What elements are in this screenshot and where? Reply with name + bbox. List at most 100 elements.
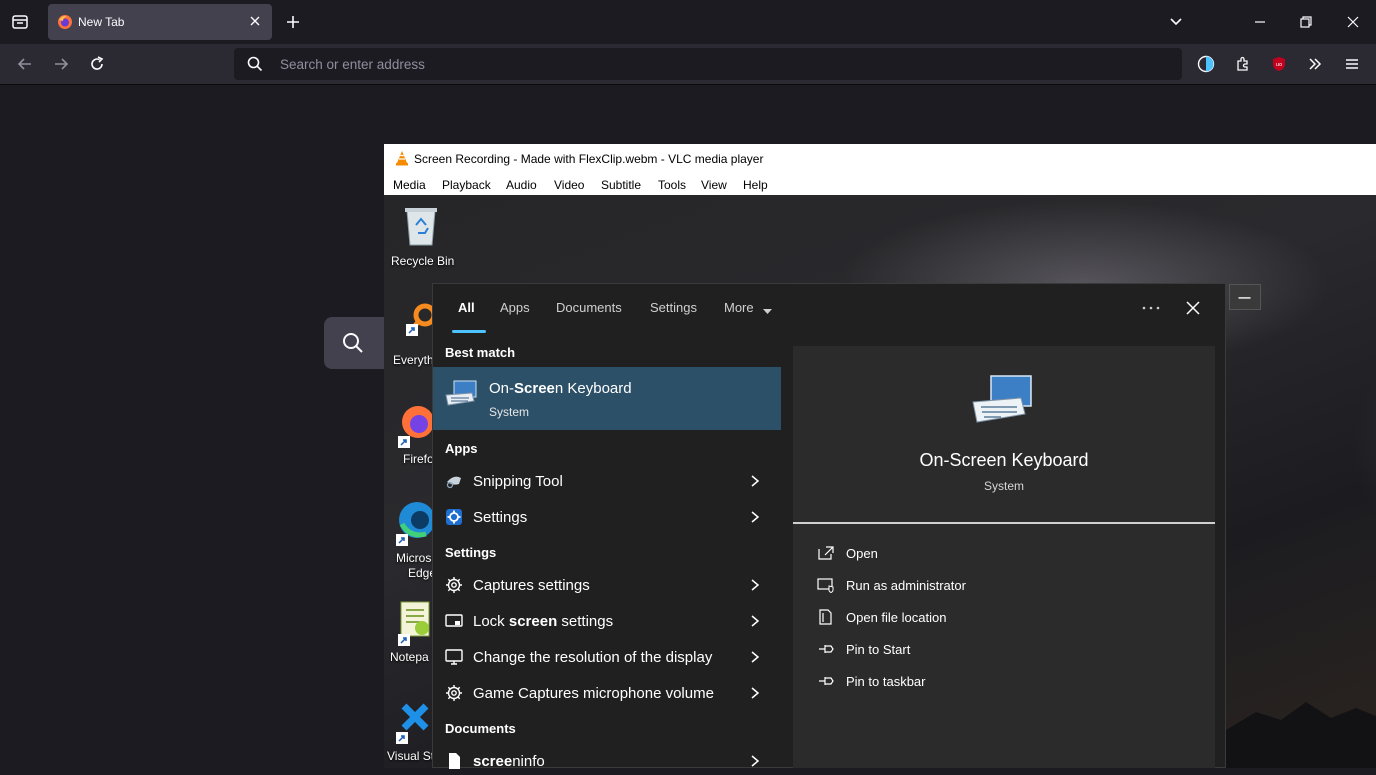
edge-desktop-icon[interactable] [396,498,435,548]
section-best-match: Best match [445,345,516,360]
vlc-window-title: Screen Recording - Made with FlexClip.we… [414,152,764,166]
menu-audio[interactable]: Audio [506,178,537,192]
action-pin-to-start[interactable]: Pin to Start [846,642,910,657]
desktop-label-recycle-bin: Recycle Bin [391,254,455,268]
setting-change-resolution[interactable]: Change the resolution of the display [473,649,712,666]
app-menu-icon[interactable] [1342,54,1362,74]
section-apps: Apps [445,441,478,456]
close-window-icon[interactable] [1343,12,1363,32]
tab-new-tab[interactable]: New Tab [48,4,272,40]
extensions-icon[interactable] [1233,54,1253,74]
tracking-protection-icon[interactable] [1196,54,1216,74]
ublock-origin-icon[interactable]: uo [1269,54,1289,74]
chevron-right-icon[interactable] [748,754,762,768]
active-tab-indicator [452,330,486,333]
tab-apps[interactable]: Apps [500,300,530,315]
best-match-result[interactable]: On-Screen Keyboard System [433,367,781,430]
minimize-overlay-button[interactable] [1229,284,1261,310]
vlc-title-bar: Screen Recording - Made with FlexClip.we… [384,144,1376,174]
section-settings: Settings [445,545,497,560]
vscode-desktop-icon[interactable] [396,698,434,746]
new-tab-icon[interactable] [283,12,303,32]
restore-window-icon[interactable] [1296,12,1316,32]
open-file-location-icon [817,609,835,625]
close-icon[interactable] [1185,300,1201,316]
back-icon[interactable] [15,54,35,74]
chevron-right-icon[interactable] [748,650,762,664]
on-screen-keyboard-icon [444,379,478,409]
desktop-label-edge-1: Micros [396,551,432,565]
menu-tools[interactable]: Tools [658,178,686,192]
tab-all[interactable]: All [458,300,475,315]
reload-icon[interactable] [87,54,107,74]
setting-lock-screen[interactable]: Lock screen settings [473,613,613,630]
address-bar[interactable]: Search or enter address [234,48,1182,80]
firefox-view-icon[interactable] [10,12,30,32]
recycle-bin-icon[interactable] [401,203,441,247]
lock-screen-icon [445,612,463,630]
menu-playback[interactable]: Playback [442,178,491,192]
best-match-title: On-Screen Keyboard [489,380,632,397]
more-tools-icon[interactable] [1305,54,1325,74]
tab-settings[interactable]: Settings [650,300,697,315]
svg-text:uo: uo [1276,62,1282,68]
close-tab-icon[interactable] [248,14,262,28]
run-as-admin-icon [817,577,835,594]
detail-title: On-Screen Keyboard [919,450,1089,470]
app-settings[interactable]: Settings [473,509,527,526]
pin-icon [817,641,835,657]
vlc-menu-bar: Media Playback Audio Video Subtitle Tool… [384,174,1376,195]
address-placeholder: Search or enter address [280,57,425,72]
notepad-plus-plus-icon[interactable] [398,600,434,646]
desktop-label-firefox: Firefo [403,452,434,466]
search-icon [341,331,365,355]
gear-icon [445,576,463,594]
open-icon [817,545,835,561]
chevron-right-icon[interactable] [748,686,762,700]
minimize-window-icon[interactable] [1250,12,1270,32]
menu-help[interactable]: Help [743,178,768,192]
on-screen-keyboard-large-icon [971,372,1035,428]
chevron-down-icon [762,303,773,314]
action-open[interactable]: Open [846,546,878,561]
action-pin-to-taskbar[interactable]: Pin to taskbar [846,674,926,689]
setting-captures[interactable]: Captures settings [473,577,590,594]
document-screeninfo[interactable]: screeninfo [473,753,545,770]
more-options-icon[interactable] [1140,299,1162,317]
detail-divider [793,522,1215,524]
pin-icon [817,673,835,689]
menu-media[interactable]: Media [393,178,426,192]
tab-more[interactable]: More [724,300,754,315]
tab-documents[interactable]: Documents [556,300,622,315]
chevron-right-icon[interactable] [748,474,762,488]
display-icon [445,648,463,666]
firefox-logo-icon [57,14,73,30]
best-match-subtitle: System [489,405,530,419]
setting-game-captures-mic[interactable]: Game Captures microphone volume [473,685,714,702]
settings-app-icon [445,508,463,526]
action-open-file-location[interactable]: Open file location [846,610,946,625]
chevron-right-icon[interactable] [748,578,762,592]
chevron-right-icon[interactable] [748,614,762,628]
action-run-as-administrator[interactable]: Run as administrator [846,578,966,593]
vlc-cone-icon [394,150,410,166]
desktop-label-everything: Everyth [393,353,434,367]
chevron-right-icon[interactable] [748,510,762,524]
section-documents: Documents [445,721,516,736]
menu-video[interactable]: Video [554,178,584,192]
menu-view[interactable]: View [701,178,727,192]
search-icon [246,55,264,73]
menu-subtitle[interactable]: Subtitle [601,178,641,192]
mountain-silhouette [1226,702,1376,768]
app-snipping-tool[interactable]: Snipping Tool [473,473,563,490]
firefox-desktop-icon[interactable] [398,402,434,448]
tab-strip: New Tab [0,0,1376,44]
desktop-label-notepad: Notepa [390,650,429,664]
list-all-tabs-icon[interactable] [1166,12,1186,32]
document-file-icon [445,752,463,770]
desktop-label-vscode: Visual St [387,749,435,763]
snipping-tool-icon [445,472,463,490]
detail-subtitle: System [983,479,1024,493]
tab-title: New Tab [78,15,125,29]
forward-icon[interactable] [51,54,71,74]
